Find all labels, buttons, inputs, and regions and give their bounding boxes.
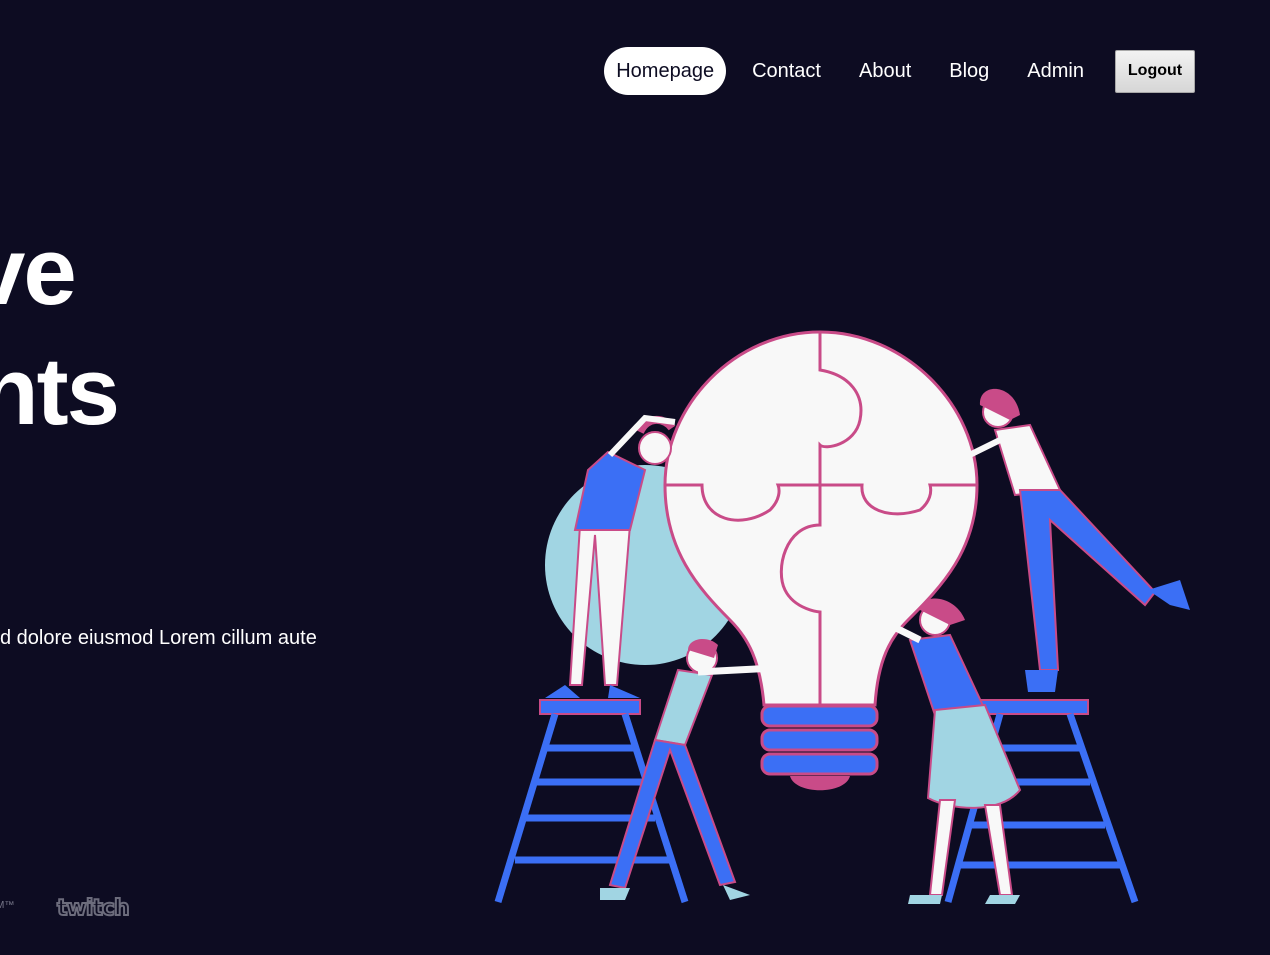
nav-blog[interactable]: Blog <box>937 47 1001 95</box>
logout-button[interactable]: Logout <box>1115 49 1195 93</box>
nav-contact[interactable]: Contact <box>740 47 833 95</box>
woman-skirt-figure <box>868 598 1022 904</box>
twitch-logo: twitch <box>56 895 131 922</box>
partner-logo-partial: M™ <box>0 900 15 911</box>
nav-admin[interactable]: Admin <box>1015 47 1096 95</box>
left-ladder-shape <box>494 699 689 904</box>
woman-right-ladder-figure <box>933 388 1190 692</box>
nav-about[interactable]: About <box>847 47 923 95</box>
main-nav: Homepage Contact About Blog Admin Logout <box>597 47 1195 95</box>
lightbulb-puzzle-illustration <box>494 330 1190 904</box>
hero-heading-line-2: nts <box>0 338 120 445</box>
nav-homepage[interactable]: Homepage <box>604 47 727 95</box>
lightbulb-icon <box>663 330 979 791</box>
hero-subtext: d dolore eiusmod Lorem cillum aute <box>0 627 317 649</box>
person-pushing-figure <box>600 638 776 900</box>
hero-heading-line-1: ve <box>0 218 77 325</box>
